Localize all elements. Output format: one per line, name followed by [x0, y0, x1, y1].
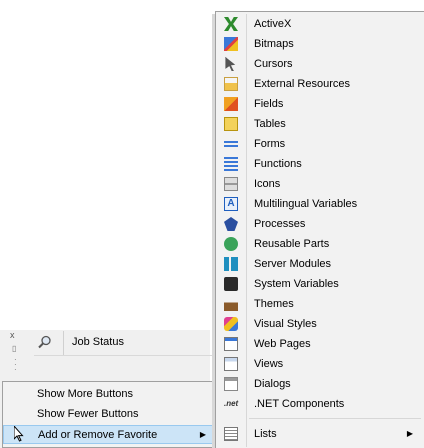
menu-item-label: Lists: [254, 428, 277, 440]
show-more-buttons-item[interactable]: Show More Buttons: [3, 385, 215, 404]
menu-item-processes[interactable]: Processes: [218, 214, 423, 234]
functions-icon: [224, 157, 238, 171]
cursor-icon: [225, 57, 236, 71]
pin-icon[interactable]: ▯: [12, 344, 16, 353]
menu-item-label: Icons: [254, 178, 281, 190]
views-icon: [224, 357, 238, 371]
fields-icon: [224, 97, 238, 111]
menu-item-web-pages[interactable]: Web Pages: [218, 334, 423, 354]
menu-item-label: Themes: [254, 298, 294, 310]
job-status-label: Job Status: [72, 336, 124, 348]
magnifier-icon: [38, 335, 51, 349]
menu-item-visual-styles[interactable]: Visual Styles: [218, 314, 423, 334]
system-variables-icon: [224, 277, 238, 291]
menu-item-icons[interactable]: Icons: [218, 174, 423, 194]
net-components-icon: .net: [224, 399, 239, 408]
menu-item-label: Reusable Parts: [254, 238, 330, 250]
external-resources-icon: [224, 77, 238, 91]
column-divider: [63, 331, 64, 355]
menu-item-bitmaps[interactable]: Bitmaps: [218, 34, 423, 54]
forms-icon: [224, 141, 238, 147]
server-modules-icon: [224, 257, 238, 271]
menu-item-label: Tables: [254, 118, 286, 130]
menu-item-label: Show More Buttons: [37, 388, 133, 400]
bitmaps-icon: [224, 37, 238, 51]
icons-icon: [224, 177, 238, 191]
menu-item-label: Show Fewer Buttons: [37, 408, 139, 420]
web-pages-icon: [224, 337, 238, 351]
submenu-arrow-icon: ▶: [199, 430, 206, 439]
menu-item-label: Views: [254, 358, 284, 370]
menu-item-label: Web Pages: [254, 338, 311, 350]
menu-item-label: Fields: [254, 98, 284, 110]
menu-item-label: Dialogs: [254, 378, 291, 390]
menu-item-label: Multilingual Variables: [254, 198, 358, 210]
menu-item-views[interactable]: Views: [218, 354, 423, 374]
reusable-parts-icon: [224, 237, 238, 251]
menu-item-multilingual-variables[interactable]: A Multilingual Variables: [218, 194, 423, 214]
activex-icon: [224, 17, 238, 31]
context-menu: Show More Buttons Show Fewer Buttons Add…: [2, 381, 216, 448]
submenu-arrow-icon: ▶: [406, 429, 413, 438]
add-or-remove-favorite-item[interactable]: Add or Remove Favorite ▶: [3, 425, 215, 444]
grip-icon[interactable]: · · ·: [14, 356, 17, 374]
menu-item-activex[interactable]: ActiveX: [218, 14, 423, 34]
dialogs-icon: [224, 377, 238, 391]
menu-item-functions[interactable]: Functions: [218, 154, 423, 174]
menu-item-forms[interactable]: Forms: [218, 134, 423, 154]
tables-icon: [224, 117, 238, 131]
menu-item-label: Server Modules: [254, 258, 332, 270]
close-icon[interactable]: x: [10, 331, 15, 340]
menu-separator: [249, 418, 421, 419]
menu-item-fields[interactable]: Fields: [218, 94, 423, 114]
menu-item-net-components[interactable]: .net .NET Components: [218, 394, 423, 414]
lists-icon: [224, 427, 238, 441]
menu-item-label: Functions: [254, 158, 302, 170]
favorites-menu: ActiveX Bitmaps Cursors External Resourc…: [215, 11, 424, 448]
menu-item-label: ActiveX: [254, 18, 292, 30]
menu-item-cursors[interactable]: Cursors: [218, 54, 423, 74]
menu-item-label: External Resources: [254, 78, 350, 90]
menu-item-server-modules[interactable]: Server Modules: [218, 254, 423, 274]
visual-styles-icon: [224, 317, 238, 331]
menu-item-label: Cursors: [254, 58, 293, 70]
show-fewer-buttons-item[interactable]: Show Fewer Buttons: [3, 405, 215, 424]
menu-item-themes[interactable]: Themes: [218, 294, 423, 314]
menu-item-dialogs[interactable]: Dialogs: [218, 374, 423, 394]
menu-item-lists[interactable]: Lists ▶: [218, 424, 423, 444]
menu-item-label: Forms: [254, 138, 286, 150]
menu-item-tables[interactable]: Tables: [218, 114, 423, 134]
job-status-row[interactable]: Job Status: [34, 331, 212, 356]
multilingual-icon: A: [224, 197, 238, 211]
menu-item-label: System Variables: [254, 278, 339, 290]
menu-item-external-resources[interactable]: External Resources: [218, 74, 423, 94]
menu-item-label: .NET Components: [254, 398, 345, 410]
menu-item-label: Visual Styles: [254, 318, 317, 330]
menu-item-reusable-parts[interactable]: Reusable Parts: [218, 234, 423, 254]
menu-item-label: Bitmaps: [254, 38, 294, 50]
mouse-cursor-icon: [14, 426, 24, 442]
themes-icon: [224, 297, 238, 311]
menu-item-label: Processes: [254, 218, 306, 230]
menu-item-label: Add or Remove Favorite: [38, 429, 158, 441]
processes-icon: [224, 217, 238, 231]
menu-item-system-variables[interactable]: System Variables: [218, 274, 423, 294]
